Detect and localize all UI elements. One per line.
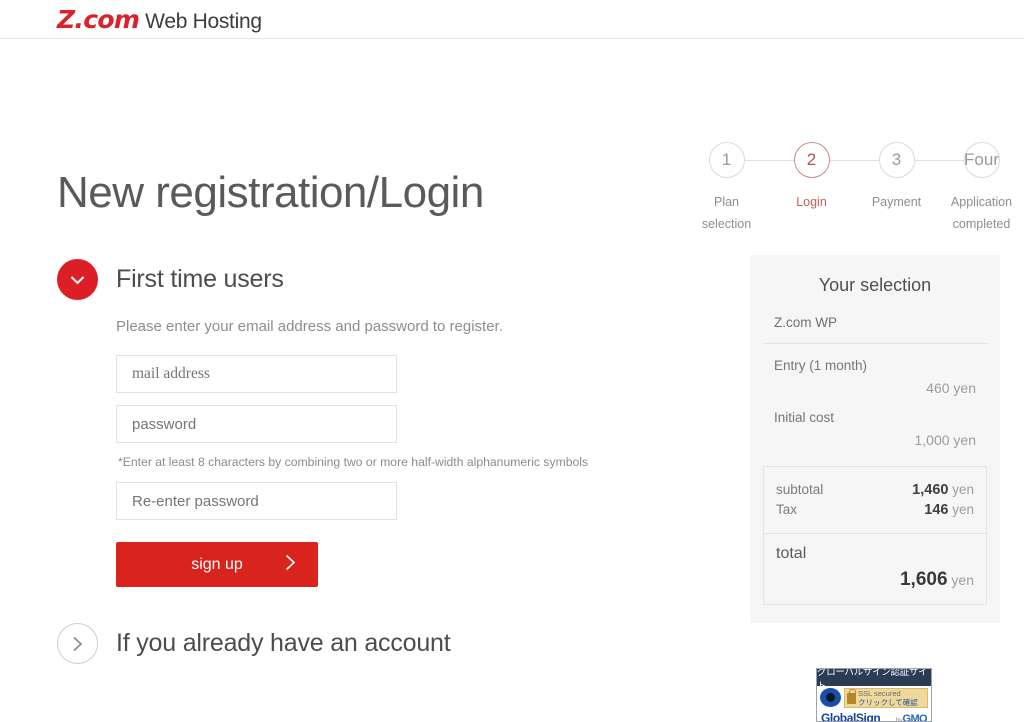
order-summary-panel: Your selection Z.com WP Entry (1 month) … xyxy=(750,255,1000,623)
step-application-completed[interactable]: Four Application completed xyxy=(939,142,1024,235)
step-plan-selection[interactable]: 1 Plan selection xyxy=(684,142,794,235)
signup-form: Please enter your email address and pass… xyxy=(116,318,588,587)
order-summary-title: Your selection xyxy=(818,275,932,295)
subtotal-unit: yen xyxy=(952,482,974,497)
step-payment[interactable]: 3 Payment xyxy=(854,142,964,213)
tax-row: Tax 146 yen xyxy=(776,502,974,518)
lock-icon xyxy=(847,688,856,704)
eye-pupil xyxy=(826,693,835,702)
tax-unit: yen xyxy=(952,502,974,517)
sign-up-button-label: sign up xyxy=(191,555,243,573)
by-label: by xyxy=(895,717,903,722)
sign-up-button[interactable]: sign up xyxy=(116,542,318,587)
gmo-attribution: byGMO xyxy=(895,709,928,722)
totals-upper: subtotal 1,460 yen Tax 146 yen xyxy=(764,467,986,534)
tax-amount: 146 xyxy=(924,502,949,518)
tax-label: Tax xyxy=(776,502,798,517)
line-item-label: Initial cost xyxy=(774,410,835,425)
total-amount: 1,606 xyxy=(899,569,948,590)
line-item-label: Entry (1 month) xyxy=(774,358,868,373)
site-logo[interactable]: Z.com Web Hosting xyxy=(57,5,262,34)
subtotal-amount: 1,460 xyxy=(912,482,949,498)
selected-plan-name: Z.com WP xyxy=(763,315,987,344)
step-connector-line xyxy=(829,160,879,161)
step-label-3: Payment xyxy=(871,195,922,209)
totals-box: subtotal 1,460 yen Tax 146 yen total 1,6… xyxy=(763,466,987,605)
line-item-entry: Entry (1 month) 460 yen xyxy=(763,344,987,396)
step-circle-4: Four xyxy=(963,142,1000,178)
total-label: total xyxy=(776,545,807,562)
globalsign-eye-icon xyxy=(820,688,841,707)
globalsign-trust-badge[interactable]: グローバルサイン認証サイト SSL secured クリックして確認 Globa… xyxy=(816,668,932,722)
globalsign-brand-label: GlobalSign xyxy=(821,711,881,722)
subtotal-value: 1,460 yen xyxy=(912,482,974,498)
signup-description: Please enter your email address and pass… xyxy=(116,318,503,335)
total-value: 1,606 yen xyxy=(776,569,974,591)
subtotal-row: subtotal 1,460 yen xyxy=(776,482,974,498)
step-label-1: Plan selection xyxy=(701,195,752,231)
first-time-users-section: First time users Please enter your email… xyxy=(57,259,588,587)
line-item-amount: 1,000 yen xyxy=(914,432,977,448)
step-label-2: Login xyxy=(796,195,827,209)
email-input[interactable] xyxy=(116,355,397,393)
badge-top-text: グローバルサイン認証サイト xyxy=(817,669,931,692)
totals-lower: total 1,606 yen xyxy=(764,534,986,604)
page-title: New registration/Login xyxy=(57,168,484,218)
gmo-brand-label: GMO xyxy=(902,713,928,722)
step-label-4: Application completed xyxy=(950,195,1013,231)
ssl-secured-label: SSL secured xyxy=(858,689,901,698)
badge-body: SSL secured クリックして確認 xyxy=(817,686,931,708)
step-connector-line xyxy=(914,160,964,161)
chevron-down-icon[interactable] xyxy=(57,259,98,300)
total-unit: yen xyxy=(951,572,974,588)
step-connector-line xyxy=(744,160,794,161)
badge-footer: GlobalSign byGMO xyxy=(817,708,931,722)
logo-suffix-text: Web Hosting xyxy=(145,9,262,33)
chevron-right-icon xyxy=(285,554,296,576)
existing-account-title: If you already have an account xyxy=(116,629,451,657)
tax-value: 146 yen xyxy=(924,502,974,518)
confirm-password-input[interactable] xyxy=(116,482,397,520)
progress-stepper: 1 Plan selection 2 Login 3 Payment Four A… xyxy=(684,142,1024,235)
password-input[interactable] xyxy=(116,405,397,443)
step-circle-1: 1 xyxy=(708,142,745,178)
subtotal-label: subtotal xyxy=(776,482,824,497)
first-time-users-header[interactable]: First time users xyxy=(57,259,588,300)
line-item-initial-cost: Initial cost 1,000 yen xyxy=(763,396,987,448)
step-circle-2: 2 xyxy=(793,142,830,178)
ssl-click-to-verify-label: クリックして確認 xyxy=(858,698,918,707)
chevron-right-icon[interactable] xyxy=(57,623,98,664)
step-circle-3: 3 xyxy=(878,142,915,178)
line-item-amount: 460 yen xyxy=(926,380,976,396)
site-header: Z.com Web Hosting xyxy=(0,0,1024,39)
existing-account-section[interactable]: If you already have an account xyxy=(57,623,451,664)
first-time-users-title: First time users xyxy=(116,265,284,293)
ssl-secured-box: SSL secured クリックして確認 xyxy=(844,688,928,708)
logo-brand-text: Z.com xyxy=(57,4,140,34)
password-hint: *Enter at least 8 characters by combinin… xyxy=(118,455,589,469)
step-login[interactable]: 2 Login xyxy=(769,142,879,213)
